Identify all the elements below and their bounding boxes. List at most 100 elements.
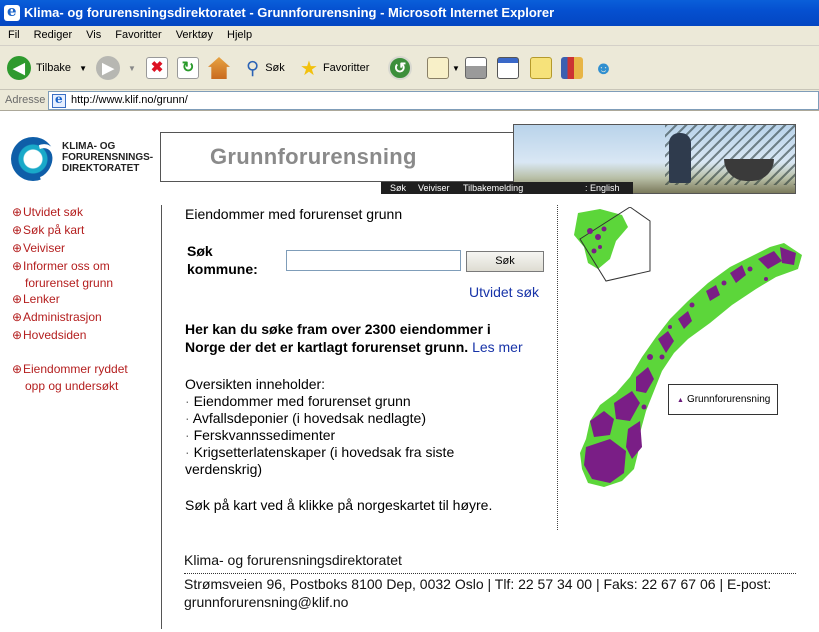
overview-item-text: Krigsetterlatenskaper (i hovedsak fra si… <box>193 444 455 460</box>
overview-item-text: Avfallsdeponier (i hovedsak nedlagte) <box>192 410 427 426</box>
nav-label: Hovedsiden <box>23 328 87 342</box>
subnav-tilbakemelding[interactable]: Tilbakemelding <box>463 182 523 194</box>
research-icon <box>561 57 583 79</box>
page-icon <box>52 92 66 108</box>
menu-vis[interactable]: Vis <box>78 26 107 41</box>
plus-circle-icon: ⊕ <box>12 241 23 255</box>
kommune-search-button[interactable]: Søk <box>466 251 544 272</box>
edit-button[interactable] <box>497 52 519 84</box>
menu-favoritter[interactable]: Favoritter <box>107 26 167 41</box>
search-label-2: kommune: <box>187 261 258 277</box>
messenger-button[interactable]: ☻ <box>594 52 613 84</box>
nav-informer-oss[interactable]: ⊕Informer oss om <box>12 258 110 275</box>
mail-icon <box>427 57 449 79</box>
nav-eiendommer-ryddet-cont[interactable]: opp og undersøkt <box>25 378 118 395</box>
page-title: Grunnforurensning <box>210 144 417 169</box>
search-button[interactable]: ⚲ Søk <box>246 52 285 84</box>
svalbard-land <box>574 209 628 269</box>
nav-lenker[interactable]: ⊕Lenker <box>12 291 60 308</box>
address-url: http://www.klif.no/grunn/ <box>71 94 188 106</box>
triangle-icon: ▲ <box>677 397 684 404</box>
overview-item: · Krigsetterlatenskaper (i hovedsak fra … <box>185 444 454 460</box>
address-label: Adresse <box>5 94 46 106</box>
research-button[interactable] <box>561 52 583 84</box>
menu-bar: Fil Rediger Vis Favoritter Verktøy Hjelp <box>0 26 819 46</box>
nav-hovedsiden[interactable]: ⊕Hovedsiden <box>12 327 86 344</box>
kommune-search-input[interactable] <box>286 250 461 271</box>
nav-eiendommer-ryddet[interactable]: ⊕Eiendommer ryddet <box>12 361 128 378</box>
overview-item-text: Ferskvannssedimenter <box>193 427 336 443</box>
plus-circle-icon: ⊕ <box>12 310 23 324</box>
nav-label: Utvidet søk <box>23 205 84 219</box>
plus-circle-icon: ⊕ <box>12 292 23 306</box>
norway-map[interactable] <box>570 207 810 497</box>
overview-item-cont: verdenskrig) <box>185 461 263 477</box>
overview-item: · Avfallsdeponier (i hovedsak nedlagte) <box>185 410 426 426</box>
bullet-icon: · <box>185 444 194 460</box>
content-divider <box>557 205 558 530</box>
nav-divider <box>161 205 162 629</box>
ie-icon <box>4 2 20 21</box>
menu-rediger[interactable]: Rediger <box>26 26 79 41</box>
favorites-label: Favoritter <box>322 62 370 74</box>
subnav-sok[interactable]: Søk <box>390 182 406 194</box>
subnav-veiviser[interactable]: Veiviser <box>418 182 450 194</box>
read-more-link[interactable]: Les mer <box>472 339 523 355</box>
menu-verktoy[interactable]: Verktøy <box>168 26 219 41</box>
window-title-bar: Klima- og forurensningsdirektoratet - Gr… <box>0 0 819 26</box>
footer-org: Klima- og forurensningsdirektoratet <box>184 552 402 568</box>
forward-arrow-icon: ▶ <box>96 56 120 80</box>
nav-veiviser[interactable]: ⊕Veiviser <box>12 240 65 257</box>
advanced-search-link[interactable]: Utvidet søk <box>469 284 539 300</box>
print-button[interactable] <box>465 52 487 84</box>
logo-line: FORURENSNINGS- <box>62 152 154 163</box>
bullet-icon: · <box>185 393 194 409</box>
stop-icon: ✖ <box>146 57 168 79</box>
menu-hjelp[interactable]: Hjelp <box>219 26 258 41</box>
plus-circle-icon: ⊕ <box>12 205 23 219</box>
map-legend: ▲ Grunnforurensning <box>668 384 778 415</box>
window-title: Klima- og forurensningsdirektoratet - Gr… <box>24 5 555 20</box>
header-subnav: Søk Veiviser Tilbakemelding : English <box>381 182 633 194</box>
main-heading: Eiendommer med forurenset grunn <box>185 206 403 222</box>
stop-button[interactable]: ✖ <box>146 52 168 84</box>
nav-label: Lenker <box>23 292 60 306</box>
footer-email-link[interactable]: grunnforurensning@klif.no <box>184 594 348 610</box>
history-button[interactable]: ↺ <box>388 52 412 84</box>
menu-fil[interactable]: Fil <box>0 26 26 41</box>
logo-line: DIREKTORATET <box>62 163 140 174</box>
refresh-icon: ↻ <box>177 57 199 79</box>
star-icon: ★ <box>300 57 318 80</box>
nav-label: Søk på kart <box>23 223 85 237</box>
klif-logo-text[interactable]: KLIMA- OG FORURENSNINGS- DIREKTORATET <box>62 141 153 174</box>
forward-button[interactable]: ▶ ▼ <box>96 52 136 84</box>
klif-logo-icon[interactable] <box>11 137 55 181</box>
bullet-icon: · <box>185 427 194 443</box>
favorites-button[interactable]: ★ Favoritter <box>300 52 369 84</box>
logo-line: KLIMA- OG <box>62 141 116 152</box>
map-hint: Søk på kart ved å klikke på norgeskartet… <box>185 497 493 513</box>
subnav-english[interactable]: : English <box>585 182 620 194</box>
nav-sok-pa-kart[interactable]: ⊕Søk på kart <box>12 222 84 239</box>
back-label: Tilbake <box>36 62 72 74</box>
home-icon <box>208 57 230 79</box>
discuss-button[interactable] <box>530 52 552 84</box>
back-arrow-icon: ◀ <box>7 56 31 80</box>
mail-button[interactable]: ▼ <box>427 52 460 84</box>
nav-label: Administrasjon <box>23 310 102 324</box>
nav-informer-oss-cont[interactable]: forurenset grunn <box>25 275 113 292</box>
overview-item: · Eiendommer med forurenset grunn <box>185 393 411 409</box>
dropdown-arrow-icon: ▼ <box>79 63 87 73</box>
search-label-1: Søk <box>187 243 213 259</box>
address-input[interactable]: http://www.klif.no/grunn/ <box>48 91 819 110</box>
back-button[interactable]: ◀ Tilbake ▼ <box>7 52 87 84</box>
refresh-button[interactable]: ↻ <box>177 52 199 84</box>
footer-divider <box>184 573 796 574</box>
nav-administrasjon[interactable]: ⊕Administrasjon <box>12 309 102 326</box>
nav-utvidet-sok[interactable]: ⊕Utvidet søk <box>12 204 83 221</box>
home-button[interactable] <box>208 52 230 84</box>
plus-circle-icon: ⊕ <box>12 328 23 342</box>
svalbard-inset[interactable] <box>574 207 651 282</box>
plus-circle-icon: ⊕ <box>12 362 23 376</box>
bullet-icon: · <box>185 410 193 426</box>
